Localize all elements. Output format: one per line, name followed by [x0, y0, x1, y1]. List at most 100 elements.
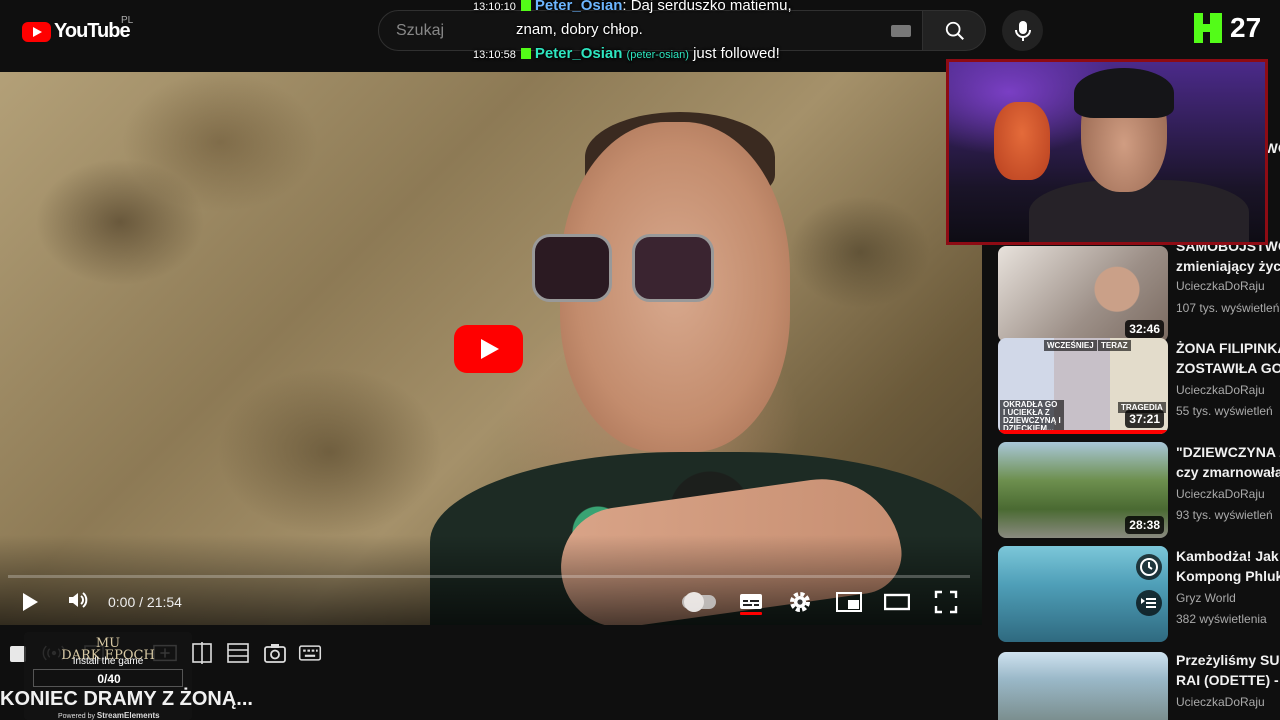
webcam-cap: [1074, 68, 1174, 118]
thumb-tag: TERAZ: [1098, 340, 1131, 351]
video-frame-sunglasses-left: [532, 234, 612, 302]
widget-goal-bar: 0/40: [33, 669, 183, 687]
rec-channel[interactable]: UcieczkaDoRaju: [1176, 695, 1265, 709]
rec-title-line2: zmieniający życie: [1176, 258, 1280, 274]
widget-subtitle: Install the game: [72, 656, 144, 667]
search-button[interactable]: [922, 10, 986, 51]
progress-bar[interactable]: [8, 575, 970, 578]
video-frame-sunglasses-right: [632, 234, 714, 302]
kick-logo-icon: [1194, 13, 1222, 43]
rec-thumbnail[interactable]: [998, 652, 1168, 720]
rec-duration: 32:46: [1125, 320, 1164, 338]
theater-mode-button[interactable]: [883, 590, 911, 614]
powered-by-brand: StreamElements: [96, 711, 160, 720]
chat-handle: (peter-osian): [626, 49, 689, 61]
play-button[interactable]: [20, 588, 42, 616]
kick-count: 27: [1230, 12, 1262, 43]
miniplayer-icon: [836, 592, 862, 612]
rec-channel[interactable]: UcieczkaDoRaju: [1176, 487, 1265, 501]
recommendation-item[interactable]: 28:38 "DZIEWCZYNA Z czy zmarnowała Uciec…: [998, 442, 1280, 538]
rec-thumbnail[interactable]: 28:38: [998, 442, 1168, 538]
watch-later-icon[interactable]: [1136, 554, 1162, 580]
time-display: 0:00 / 21:54: [108, 594, 182, 610]
theater-icon: [883, 593, 911, 611]
rec-channel[interactable]: Gryz World: [1176, 591, 1236, 605]
rec-thumbnail[interactable]: 32:46: [998, 246, 1168, 342]
chat-username: Peter_Osian: [534, 0, 623, 14]
search-icon: [945, 21, 964, 40]
recommendation-item[interactable]: Kambodża! Jak s Kompong Phluk Gryz World…: [998, 546, 1280, 642]
widget-goal-text: 0/40: [97, 672, 121, 686]
video-player[interactable]: 0:00 / 21:54: [0, 72, 982, 625]
voice-search-button[interactable]: [1002, 10, 1043, 51]
rec-title-line2: ZOSTAWIŁA GO: [1176, 360, 1280, 376]
chat-message: 13:10:58 Peter_Osian (peter-osian) just f…: [473, 45, 780, 62]
chat-text: Daj serduszko matiemu,: [630, 0, 792, 14]
rec-channel[interactable]: UcieczkaDoRaju: [1176, 279, 1265, 293]
rec-watched-progress: [998, 430, 1168, 434]
chat-message: 13:10:10 Peter_Osian: Daj serduszko matie…: [473, 0, 792, 14]
fullscreen-icon: [934, 590, 958, 614]
rec-title-line1: ŻONA FILIPINKA: [1176, 340, 1280, 356]
thumb-tag: OKRADŁA GO I UCIEKŁA Z DZIEWCZYNĄ I DZIE…: [1000, 400, 1064, 434]
logo-text: YouTube: [54, 20, 131, 42]
chat-username: Peter_Osian: [534, 45, 623, 62]
time-current: 0:00: [108, 594, 136, 610]
recommendation-item[interactable]: WCZEŚNIEJ TERAZ OKRADŁA GO I UCIEKŁA Z D…: [998, 338, 1280, 434]
split-view-icon[interactable]: [190, 642, 214, 664]
youtube-logo[interactable]: YouTube PL: [22, 15, 133, 43]
camera-icon[interactable]: [263, 642, 287, 664]
rec-title-line2: Kompong Phluk: [1176, 568, 1280, 584]
rec-views: 55 tys. wyświetleń: [1176, 404, 1273, 418]
chat-text: just followed!: [693, 45, 780, 62]
volume-icon: [69, 592, 88, 608]
subtitles-button[interactable]: [739, 590, 763, 614]
keyboard-shortcuts-icon[interactable]: [298, 642, 322, 664]
rec-title-line1: Kambodża! Jak s: [1176, 548, 1280, 564]
rec-title-line1: "DZIEWCZYNA Z: [1176, 444, 1280, 460]
rec-views: 93 tys. wyświetleń: [1176, 508, 1273, 522]
autoplay-toggle[interactable]: [682, 592, 716, 612]
time-total: 21:54: [146, 594, 182, 610]
rec-views: 382 wyświetlenia: [1176, 612, 1267, 626]
chat-message: znam, dobry chłop.: [516, 21, 643, 38]
video-title: KONIEC DRAMY Z ŻONĄ...: [0, 688, 253, 710]
keyboard-icon[interactable]: [891, 25, 911, 37]
fullscreen-button[interactable]: [934, 590, 958, 614]
widget-powered-by: Powered by StreamElements: [58, 711, 160, 720]
powered-by-label: Powered by: [58, 713, 95, 720]
rec-thumbnail[interactable]: [998, 546, 1168, 642]
clock-icon: [1140, 558, 1158, 576]
search-placeholder: Szukaj: [396, 22, 445, 39]
queue-icon: [1141, 598, 1156, 608]
rec-title-line1: Przeżyliśmy SUP: [1176, 652, 1280, 668]
rec-title-line2: czy zmarnowała: [1176, 464, 1280, 480]
chat-time: 13:10:10: [473, 1, 516, 13]
rec-thumbnail[interactable]: WCZEŚNIEJ TERAZ OKRADŁA GO I UCIEKŁA Z D…: [998, 338, 1168, 434]
miniplayer-button[interactable]: [836, 590, 862, 614]
streamer-webcam: [946, 59, 1268, 245]
region-code: PL: [121, 15, 134, 26]
thumb-tag: WCZEŚNIEJ: [1044, 340, 1097, 351]
rec-views: 107 tys. wyświetleń: [1176, 301, 1280, 315]
rec-duration: 37:21: [1125, 410, 1164, 428]
microphone-icon: [1015, 21, 1031, 41]
youtube-play-icon: [22, 21, 51, 42]
layout-rows-icon[interactable]: [226, 642, 250, 664]
kick-badge-icon: [520, 48, 531, 59]
kick-badge-icon: [520, 0, 531, 11]
controls-gradient: [0, 535, 982, 625]
recommendation-item[interactable]: Przeżyliśmy SUP RAI (ODETTE) - t Ucieczk…: [998, 652, 1280, 720]
rec-duration: 28:38: [1125, 516, 1164, 534]
kick-viewer-counter: 27: [1194, 12, 1261, 44]
subtitles-active-indicator: [740, 612, 762, 615]
webcam-plush-toy: [994, 102, 1050, 180]
settings-button[interactable]: [788, 590, 812, 614]
subtitles-icon: [740, 594, 762, 609]
mute-button[interactable]: [66, 588, 90, 616]
rec-channel[interactable]: UcieczkaDoRaju: [1176, 383, 1265, 397]
gear-icon: [790, 592, 810, 612]
large-play-button[interactable]: [454, 325, 523, 373]
add-to-queue-icon[interactable]: [1136, 590, 1162, 616]
recommendation-item[interactable]: 32:46 SAMOBÓJSTWO zmieniający życie Ucie…: [998, 238, 1280, 342]
